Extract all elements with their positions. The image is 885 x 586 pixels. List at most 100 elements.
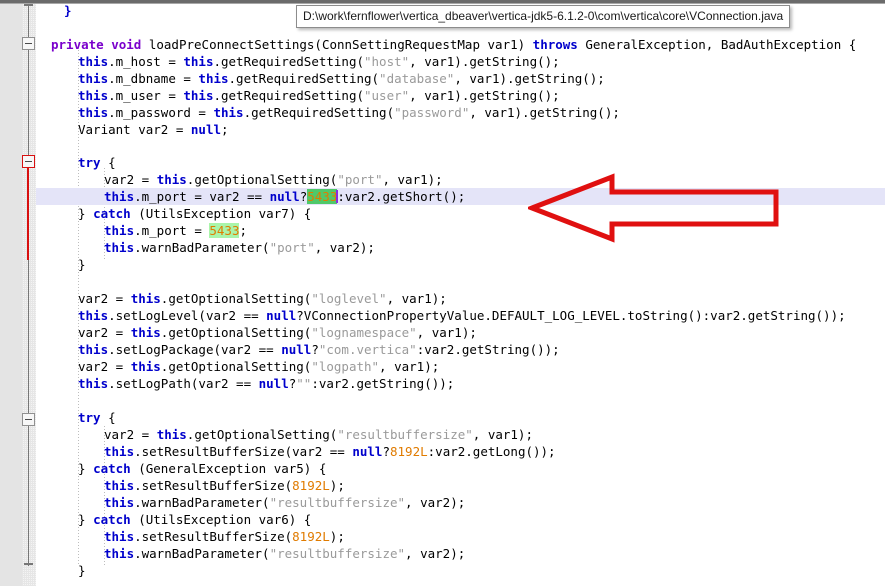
string-literal: "password"	[394, 105, 470, 120]
code-line[interactable]: this.m_port = var2 == null?5433:var2.get…	[104, 188, 465, 205]
code-line[interactable]: } catch (UtilsException var7) {	[78, 205, 311, 222]
code-line[interactable]: this.m_host = this.getRequiredSetting("h…	[78, 53, 560, 70]
fold-marker-method[interactable]	[22, 37, 35, 50]
code-line[interactable]: }	[78, 256, 86, 273]
code-line[interactable]: private void loadPreConnectSettings(Conn…	[51, 36, 856, 53]
code-line[interactable]: }	[78, 562, 86, 579]
fold-marker-try-port[interactable]	[22, 155, 35, 168]
file-path-tooltip: D:\work\fernflower\vertica_dbeaver\verti…	[296, 5, 791, 28]
string-literal: "database"	[379, 71, 455, 86]
string-literal: ""	[296, 376, 312, 391]
code-token: ?VConnectionPropertyValue.DEFAULT_LOG_LE…	[296, 308, 846, 323]
code-token: .getOptionalSetting(	[160, 291, 312, 306]
keyword: this	[78, 71, 109, 86]
code-line[interactable]: this.setResultBufferSize(var2 == null?81…	[104, 443, 556, 460]
code-line[interactable]: try {	[78, 154, 116, 171]
code-line[interactable]: var2 = this.getOptionalSetting("resultbu…	[104, 426, 533, 443]
code-line[interactable]: var2 = this.getOptionalSetting("loglevel…	[78, 290, 447, 307]
code-line[interactable]: } catch (UtilsException var6) {	[78, 511, 311, 528]
code-token: loadPreConnectSettings(ConnSettingReques…	[148, 37, 533, 52]
keyword: this	[104, 189, 135, 204]
code-token: (UtilsException var6) {	[130, 512, 312, 527]
code-token: .getRequiredSetting(	[213, 88, 364, 103]
code-token: GeneralException, BadAuthException {	[585, 37, 857, 52]
code-token: , var1).getString();	[409, 88, 560, 103]
code-line[interactable]: var2 = this.getOptionalSetting("lognames…	[78, 324, 477, 341]
code-folding-strip[interactable]	[22, 4, 36, 586]
code-token: ;	[239, 223, 248, 238]
code-token: .setResultBufferSize(	[134, 529, 293, 544]
code-token: );	[329, 529, 345, 544]
code-token: , var2);	[405, 546, 466, 561]
code-token: .warnBadParameter(	[134, 495, 270, 510]
code-line[interactable]: this.m_port = 5433;	[104, 222, 247, 239]
keyword: this	[78, 105, 109, 120]
code-line[interactable]: Variant var2 = null;	[78, 121, 229, 138]
find-match-token: 5433	[209, 223, 240, 238]
code-line[interactable]: } catch (GeneralException var5) {	[78, 460, 326, 477]
code-token: .m_password =	[108, 105, 214, 120]
code-line[interactable]: this.warnBadParameter("resultbuffersize"…	[104, 494, 465, 511]
keyword: this	[130, 359, 161, 374]
code-token: (GeneralException var5) {	[130, 461, 327, 476]
code-token: .m_port = var2 ==	[134, 189, 270, 204]
code-token: .getRequiredSetting(	[228, 71, 380, 86]
code-line[interactable]: this.warnBadParameter("port", var2);	[104, 239, 375, 256]
java-source-editor[interactable]: } private void loadPreConnectSettings(Con…	[0, 0, 885, 586]
numeric-literal: 8192L	[292, 478, 330, 493]
code-token: .setResultBufferSize(	[134, 478, 293, 493]
keyword: null	[352, 444, 383, 459]
code-line[interactable]: var2 = this.getOptionalSetting("logpath"…	[78, 358, 439, 375]
code-line[interactable]: this.m_user = this.getRequiredSetting("u…	[78, 87, 560, 104]
code-token: .getOptionalSetting(	[186, 172, 338, 187]
string-literal: "resultbuffersize"	[269, 546, 406, 561]
keyword: null	[269, 189, 300, 204]
keyword: throws	[532, 37, 586, 52]
code-line[interactable]: var2 = this.getOptionalSetting("port", v…	[104, 171, 443, 188]
code-line[interactable]: this.setLogPackage(var2 == null?"com.ver…	[78, 341, 560, 358]
code-token: var2 =	[104, 172, 157, 187]
numeric-literal: 8192L	[390, 444, 428, 459]
code-line[interactable]: this.setResultBufferSize(8192L);	[104, 477, 345, 494]
keyword: this	[130, 291, 161, 306]
code-token: }	[78, 206, 94, 221]
code-token: .setLogPath(var2 ==	[108, 376, 259, 391]
code-line[interactable]: this.setResultBufferSize(8192L);	[104, 528, 345, 545]
keyword: this	[78, 376, 109, 391]
code-token: }	[78, 512, 94, 527]
code-token: .m_port =	[134, 223, 210, 238]
file-path-tooltip-text: D:\work\fernflower\vertica_dbeaver\verti…	[303, 9, 784, 23]
string-literal: "com.vertica"	[318, 342, 417, 357]
code-line[interactable]: }	[64, 2, 72, 19]
fold-marker-try-buffer[interactable]	[22, 413, 35, 426]
string-literal: "resultbuffersize"	[337, 427, 473, 442]
code-token: }	[78, 563, 86, 578]
code-line[interactable]: this.setLogLevel(var2 == null?VConnectio…	[78, 307, 846, 324]
code-token: .m_dbname =	[108, 71, 199, 86]
code-token: Variant var2 =	[78, 122, 191, 137]
string-literal: "loglevel"	[311, 291, 387, 306]
code-line[interactable]: this.m_dbname = this.getRequiredSetting(…	[78, 70, 605, 87]
code-line[interactable]: this.setLogPath(var2 == null?"":var2.get…	[78, 375, 454, 392]
code-token: var2 =	[78, 325, 131, 340]
keyword: null	[258, 376, 289, 391]
selected-token: 5433	[307, 189, 338, 204]
keyword: null	[266, 308, 297, 323]
keyword: }	[64, 3, 72, 18]
keyword: void	[111, 37, 149, 52]
code-token: , var1).getString();	[409, 54, 560, 69]
string-literal: "port"	[269, 240, 315, 255]
code-token: , var1).getString();	[469, 105, 620, 120]
fold-marker-bottom	[24, 563, 33, 565]
code-token: .setLogPackage(var2 ==	[108, 342, 282, 357]
code-line[interactable]: try {	[78, 409, 116, 426]
line-number-gutter[interactable]	[0, 4, 22, 586]
code-token: .getRequiredSetting(	[213, 54, 364, 69]
code-line[interactable]: this.warnBadParameter("resultbuffersize"…	[104, 545, 465, 562]
code-token: , var1);	[472, 427, 533, 442]
code-token: var2 =	[78, 359, 131, 374]
code-token: .m_user =	[108, 88, 184, 103]
keyword: this	[183, 54, 214, 69]
code-line[interactable]: this.m_password = this.getRequiredSettin…	[78, 104, 620, 121]
code-token: {	[100, 410, 116, 425]
